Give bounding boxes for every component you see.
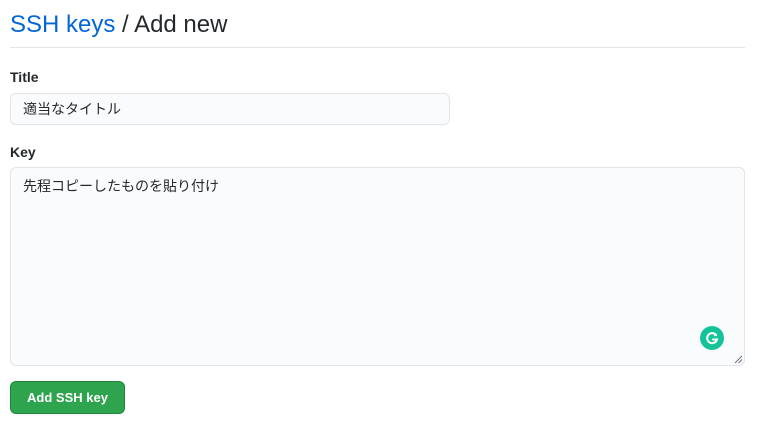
breadcrumb-ssh-keys-link[interactable]: SSH keys <box>10 11 115 38</box>
resize-grip-icon[interactable] <box>733 354 743 364</box>
title-input[interactable] <box>10 93 450 125</box>
page-title: Add new <box>134 11 228 38</box>
grammarly-icon[interactable] <box>700 326 724 350</box>
grammarly-g-glyph <box>706 332 719 345</box>
breadcrumb: SSH keys / Add new <box>10 8 745 48</box>
key-label: Key <box>10 144 36 160</box>
breadcrumb-separator: / <box>122 11 129 38</box>
title-label: Title <box>10 69 39 85</box>
add-ssh-key-button[interactable]: Add SSH key <box>10 381 125 414</box>
key-textarea[interactable]: 先程コピーしたものを貼り付け <box>10 167 745 366</box>
page: SSH keys / Add new Title Key 先程コピーしたものを貼… <box>0 0 766 437</box>
